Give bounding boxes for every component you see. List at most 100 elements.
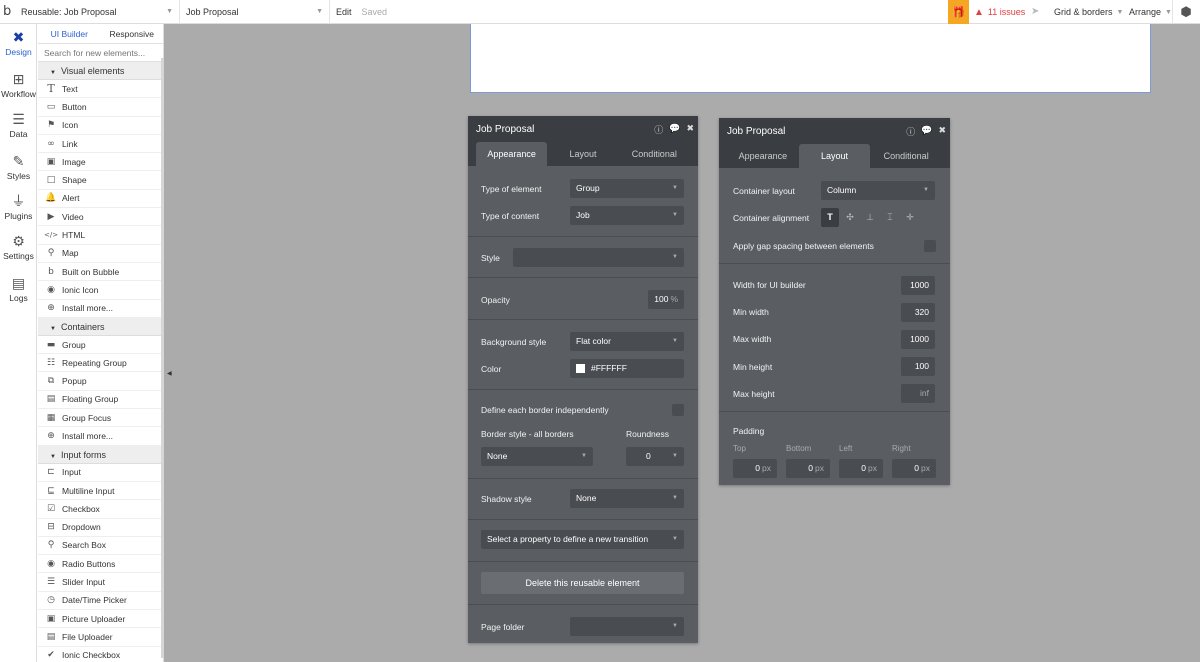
grid-borders-menu[interactable]: Grid & borders ▼: [1054, 0, 1123, 24]
element-input[interactable]: ⊏ Input: [38, 464, 163, 482]
color-picker[interactable]: #FFFFFF: [570, 359, 684, 378]
tab-conditional[interactable]: Conditional: [619, 142, 690, 166]
opacity-input[interactable]: 100%: [648, 290, 684, 309]
page-selector[interactable]: Reusable: Job Proposal ▼: [15, 0, 180, 24]
transition-dropdown[interactable]: Select a property to define a new transi…: [481, 530, 684, 549]
issues-button[interactable]: ▲ 11 issues: [974, 0, 1025, 24]
element-shape[interactable]: □ Shape: [38, 171, 163, 190]
edit-button[interactable]: Edit: [330, 7, 358, 17]
min-width-input[interactable]: 320: [901, 303, 935, 322]
nav-logs[interactable]: ▤ Logs: [0, 276, 37, 303]
element-map[interactable]: ⚲ Map: [38, 245, 163, 263]
element-multiline-input[interactable]: ⊑ Multiline Input: [38, 482, 163, 501]
element-group-focus[interactable]: ▦ Group Focus: [38, 409, 163, 428]
element-ionic-checkbox[interactable]: ✔ Ionic Checkbox: [38, 647, 163, 662]
element-install-more-containers[interactable]: ⊕ Install more...: [38, 427, 163, 446]
element-floating-group[interactable]: ▤ Floating Group: [38, 391, 163, 410]
nav-design[interactable]: ✖ Design: [0, 30, 37, 57]
close-icon[interactable]: ✖: [938, 125, 946, 138]
element-html[interactable]: </> HTML: [38, 226, 163, 245]
width-input[interactable]: 1000: [901, 276, 935, 295]
page-folder-dropdown[interactable]: ▼: [570, 617, 684, 636]
gift-icon[interactable]: 🎁: [948, 0, 969, 24]
element-alert[interactable]: 🔔 Alert: [38, 190, 163, 209]
container-layout-dropdown[interactable]: Column ▼: [821, 181, 935, 200]
dropdown-icon: ⊟: [47, 522, 55, 533]
arrange-menu[interactable]: Arrange ▼: [1129, 0, 1172, 24]
element-file-uploader[interactable]: ▤ File Uploader: [38, 628, 163, 647]
background-style-dropdown[interactable]: Flat color ▼: [570, 332, 684, 351]
max-width-input[interactable]: 1000: [901, 330, 935, 349]
nav-data[interactable]: ☰ Data: [0, 112, 37, 139]
element-group[interactable]: ▬ Group: [38, 336, 163, 355]
define-border-checkbox[interactable]: [672, 404, 684, 416]
tab-appearance[interactable]: Appearance: [727, 144, 799, 168]
tab-responsive[interactable]: Responsive: [101, 24, 164, 43]
section-containers[interactable]: ▼ Containers: [38, 317, 163, 336]
tab-conditional[interactable]: Conditional: [870, 144, 942, 168]
shadow-style-dropdown[interactable]: None ▼: [570, 489, 684, 508]
cube-icon[interactable]: ⬢: [1178, 4, 1194, 20]
element-picture-uploader[interactable]: ▣ Picture Uploader: [38, 610, 163, 629]
align-center-icon[interactable]: ✣: [841, 208, 859, 227]
element-install-more[interactable]: ⊕ Install more...: [38, 300, 163, 318]
apply-gap-checkbox[interactable]: [924, 240, 936, 252]
info-icon[interactable]: ⓘ: [906, 125, 915, 138]
element-slider-input[interactable]: ☰ Slider Input: [38, 573, 163, 592]
element-date-time-picker[interactable]: ◷ Date/Time Picker: [38, 592, 163, 611]
align-top-icon[interactable]: T: [821, 208, 839, 227]
element-built-on-bubble[interactable]: b Built on Bubble: [38, 263, 163, 282]
padding-left-input[interactable]: 0 px: [839, 459, 883, 478]
panel-header[interactable]: Job Proposal ⓘ 💬 ✖: [719, 118, 950, 144]
align-baseline-icon[interactable]: ✛: [901, 208, 919, 227]
element-text[interactable]: T Text: [38, 80, 163, 99]
element-button[interactable]: ▭ Button: [38, 98, 163, 117]
type-of-content-dropdown[interactable]: Job ▼: [570, 206, 684, 225]
section-visual-elements[interactable]: ▼ Visual elements: [38, 62, 163, 80]
section-input-forms[interactable]: ▼ Input forms: [38, 445, 163, 464]
padding-right-input[interactable]: 0 px: [892, 459, 936, 478]
padding-bottom-input[interactable]: 0 px: [786, 459, 830, 478]
bubble-logo[interactable]: b: [3, 4, 15, 19]
border-style-dropdown[interactable]: None ▼: [481, 447, 593, 466]
type-of-element-dropdown[interactable]: Group ▼: [570, 179, 684, 198]
min-height-input[interactable]: 100: [901, 357, 935, 376]
roundness-dropdown[interactable]: 0 ▼: [626, 447, 684, 466]
element-search-box[interactable]: ⚲ Search Box: [38, 537, 163, 556]
element-link[interactable]: ∞ Link: [38, 135, 163, 154]
element-type-selector[interactable]: Job Proposal ▼: [180, 0, 330, 24]
align-bottom-icon[interactable]: ⊥: [861, 208, 879, 227]
nav-settings[interactable]: ⚙ Settings: [0, 234, 37, 261]
tab-layout[interactable]: Layout: [547, 142, 618, 166]
info-icon[interactable]: ⓘ: [654, 123, 663, 136]
panel-header[interactable]: Job Proposal ⓘ 💬 ✖: [468, 116, 698, 142]
max-height-input[interactable]: inf: [901, 384, 935, 403]
element-image[interactable]: ▣ Image: [38, 153, 163, 172]
collapse-palette-icon[interactable]: ◀: [167, 370, 172, 377]
nav-styles[interactable]: ✎ Styles: [0, 154, 37, 181]
tab-layout[interactable]: Layout: [798, 144, 871, 168]
element-radio-buttons[interactable]: ◉ Radio Buttons: [38, 555, 163, 574]
cursor-icon[interactable]: ➤: [1031, 6, 1039, 17]
comment-icon[interactable]: 💬: [921, 125, 932, 138]
tab-appearance[interactable]: Appearance: [476, 142, 548, 166]
element-ionic-icon[interactable]: ◉ Ionic Icon: [38, 281, 163, 300]
element-icon[interactable]: ⚑ Icon: [38, 117, 163, 135]
delete-reusable-element-button[interactable]: Delete this reusable element: [481, 572, 684, 594]
element-video[interactable]: ▶ Video: [38, 208, 163, 227]
padding-top-input[interactable]: 0 px: [733, 459, 777, 478]
reusable-element-frame[interactable]: [470, 24, 1151, 93]
align-stretch-icon[interactable]: ⌶: [881, 208, 899, 227]
element-checkbox[interactable]: ☑ Checkbox: [38, 500, 163, 519]
style-dropdown[interactable]: ▼: [513, 248, 684, 267]
list-item-label: Image: [62, 156, 86, 167]
close-icon[interactable]: ✖: [686, 123, 694, 136]
search-elements-input[interactable]: [44, 48, 162, 58]
tab-ui-builder[interactable]: UI Builder: [38, 24, 101, 43]
comment-icon[interactable]: 💬: [669, 123, 680, 136]
nav-workflow[interactable]: ⊞ Workflow: [0, 72, 37, 99]
element-popup[interactable]: ⧉ Popup: [38, 372, 163, 391]
nav-plugins[interactable]: ⏚ Plugins: [0, 194, 37, 221]
element-dropdown[interactable]: ⊟ Dropdown: [38, 519, 163, 537]
element-repeating-group[interactable]: ☷ Repeating Group: [38, 354, 163, 373]
